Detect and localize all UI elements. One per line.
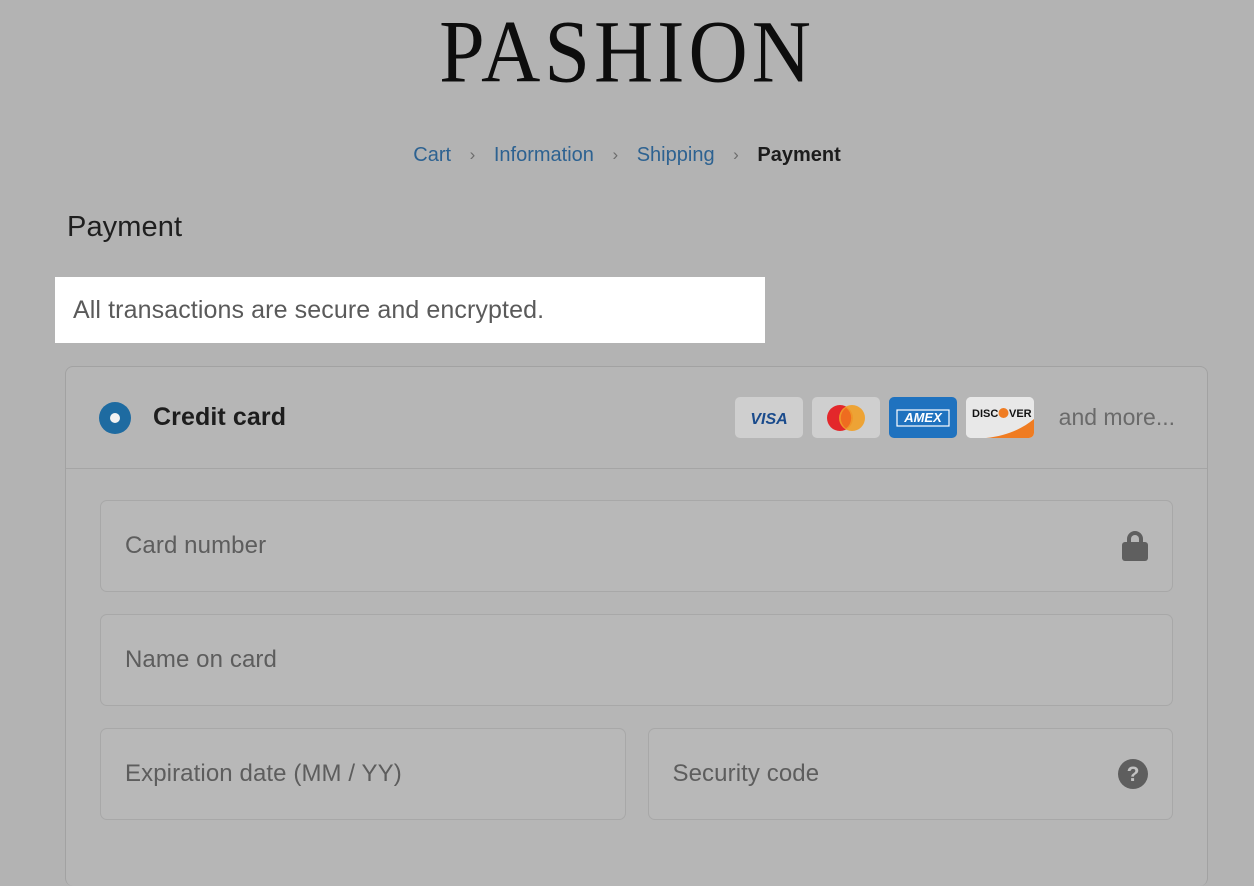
discover-icon: DISC VER	[966, 397, 1034, 438]
breadcrumb-item-shipping[interactable]: Shipping	[637, 144, 715, 166]
main-content: Payment	[0, 211, 1254, 244]
payment-method-panel: Credit card VISA AMEX	[65, 366, 1208, 886]
name-on-card-field[interactable]: Name on card	[100, 614, 1173, 706]
card-details-row: Expiration date (MM / YY) Security code …	[100, 728, 1173, 820]
chevron-right-icon: ›	[470, 145, 476, 165]
amex-icon: AMEX	[889, 397, 957, 438]
expiration-date-field[interactable]: Expiration date (MM / YY)	[100, 728, 626, 820]
svg-text:VISA: VISA	[750, 411, 787, 428]
site-header: PASHION	[0, 0, 1254, 90]
help-icon-glyph: ?	[1118, 759, 1148, 789]
secure-note-text: All transactions are secure and encrypte…	[55, 296, 544, 325]
breadcrumb: Cart › Information › Shipping › Payment	[0, 144, 1254, 167]
accepted-card-brands: VISA AMEX	[735, 397, 1175, 438]
security-code-field[interactable]: Security code ?	[648, 728, 1174, 820]
brand-logo[interactable]: PASHION	[439, 8, 815, 97]
visa-icon: VISA	[735, 397, 803, 438]
name-on-card-placeholder: Name on card	[125, 646, 277, 674]
and-more-label: and more...	[1059, 404, 1175, 431]
svg-text:DISC: DISC	[972, 408, 998, 420]
credit-card-option-row[interactable]: Credit card VISA AMEX	[66, 367, 1207, 469]
breadcrumb-item-information[interactable]: Information	[494, 144, 594, 166]
lock-icon	[1122, 531, 1148, 561]
svg-text:VER: VER	[1009, 408, 1032, 420]
card-number-field[interactable]: Card number	[100, 500, 1173, 592]
breadcrumb-item-cart[interactable]: Cart	[413, 144, 451, 166]
breadcrumb-item-payment: Payment	[757, 144, 840, 166]
radio-selected-dot	[110, 413, 120, 423]
credit-card-form: Card number Name on card Expiration date…	[66, 469, 1207, 860]
credit-card-label: Credit card	[153, 403, 286, 432]
page-title: Payment	[67, 211, 1190, 244]
chevron-right-icon: ›	[733, 145, 739, 165]
mastercard-icon	[812, 397, 880, 438]
chevron-right-icon: ›	[612, 145, 618, 165]
secure-note-highlight: All transactions are secure and encrypte…	[55, 277, 765, 343]
help-icon[interactable]: ?	[1118, 759, 1148, 789]
expiration-date-placeholder: Expiration date (MM / YY)	[125, 760, 402, 788]
card-number-placeholder: Card number	[125, 532, 266, 560]
svg-text:AMEX: AMEX	[903, 410, 943, 425]
credit-card-radio[interactable]	[99, 402, 131, 434]
security-code-placeholder: Security code	[673, 760, 820, 788]
